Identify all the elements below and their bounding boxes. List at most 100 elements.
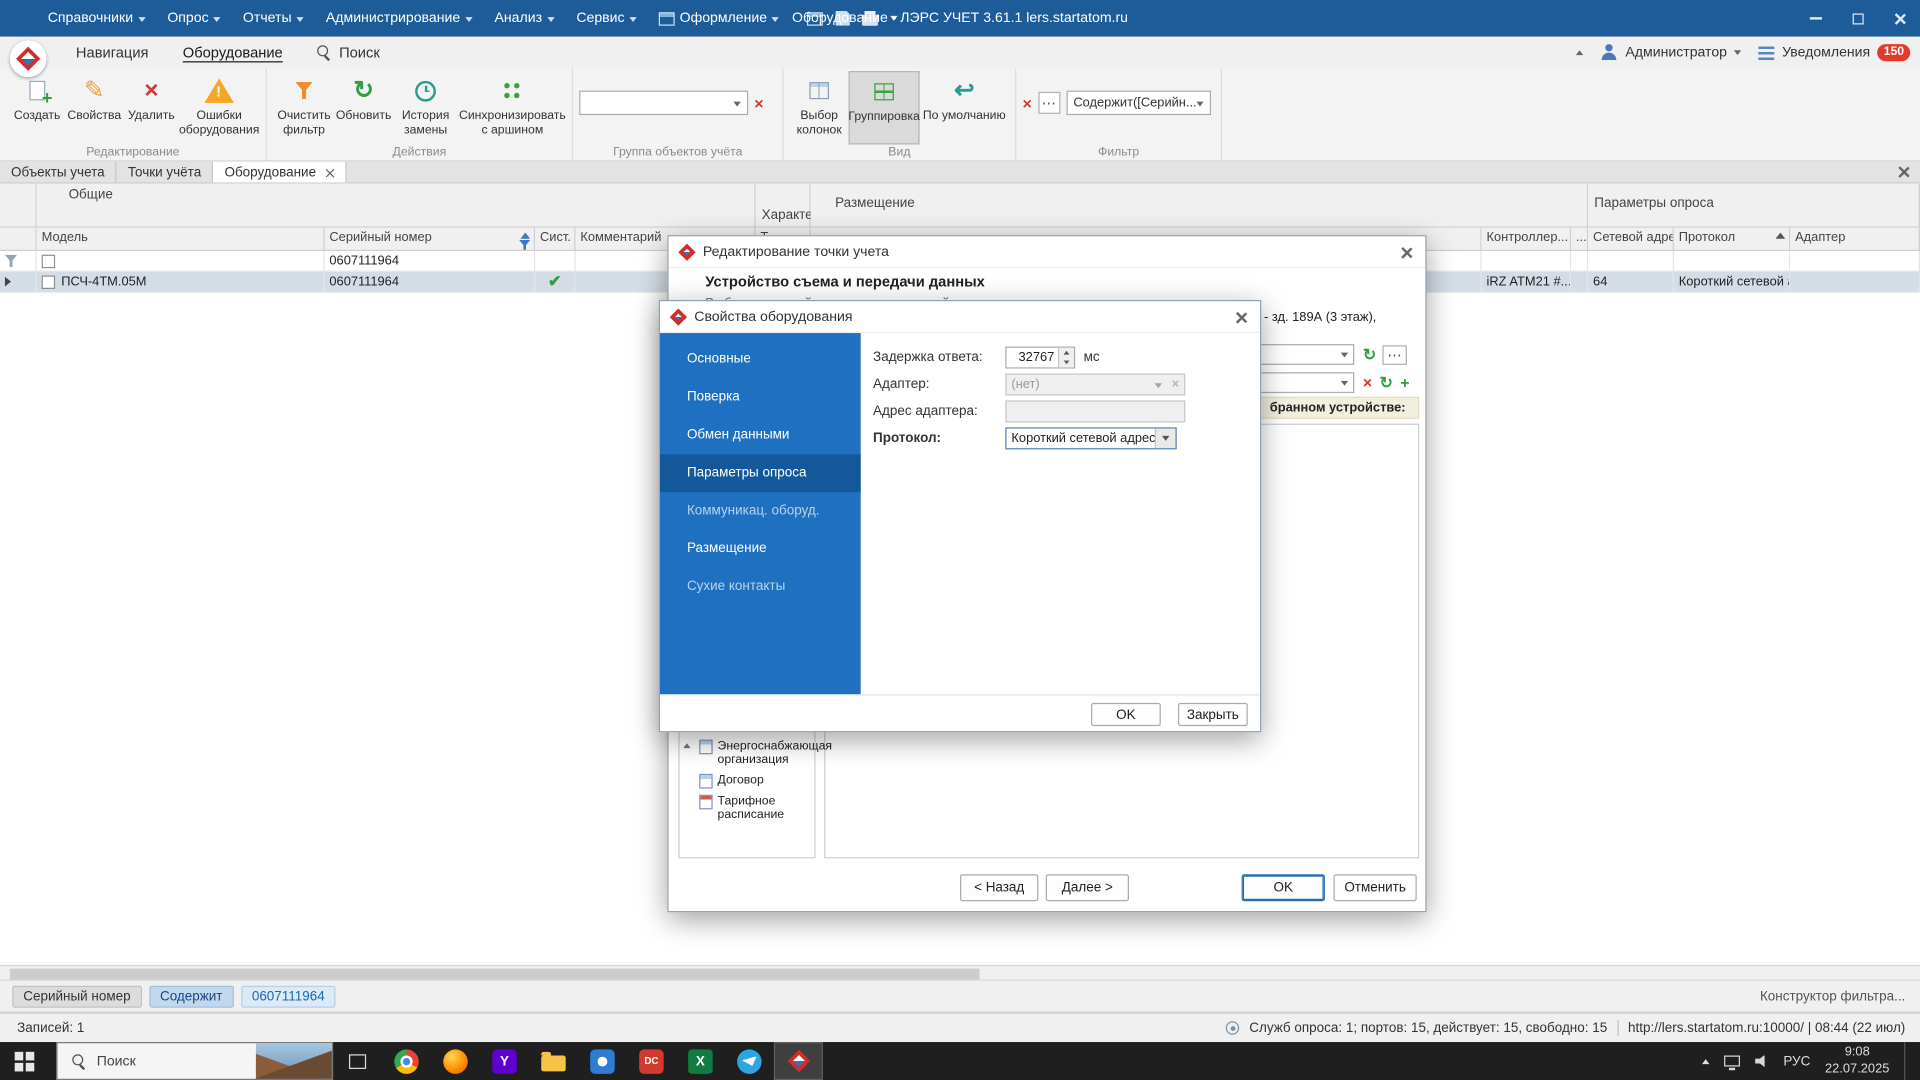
tree-item-contract[interactable]: Договор <box>681 770 813 791</box>
chrome-app[interactable] <box>382 1042 431 1080</box>
row-checkbox[interactable] <box>42 254 55 267</box>
filter-value-chip[interactable]: 0607111964 <box>241 985 336 1007</box>
remove-filter-icon[interactable]: × <box>1022 95 1031 111</box>
close-tab-icon[interactable] <box>325 167 335 177</box>
telegram-app[interactable] <box>725 1042 774 1080</box>
more-options-icon[interactable] <box>1382 345 1406 365</box>
column-header-dots[interactable]: ... <box>1571 228 1588 251</box>
user-menu[interactable]: Администратор <box>1601 44 1742 61</box>
delete-button[interactable]: ×Удалить <box>124 71 179 144</box>
column-header-adapter[interactable]: Адаптер <box>1790 228 1920 251</box>
band-polling-params[interactable]: Параметры опроса <box>1588 184 1920 228</box>
tab-search[interactable]: Поиск <box>300 37 397 69</box>
filter-builder-link[interactable]: Конструктор фильтра... <box>1760 989 1905 1004</box>
horizontal-scrollbar[interactable] <box>0 965 1920 981</box>
menu-analysis[interactable]: Анализ <box>483 0 565 37</box>
maximize-button[interactable] <box>1837 0 1879 37</box>
column-header-controller[interactable]: Контроллер... <box>1482 228 1571 251</box>
close-dialog-icon[interactable] <box>1234 311 1247 324</box>
refresh-icon[interactable] <box>1363 345 1376 365</box>
column-chooser-button[interactable]: Выбор колонок <box>790 71 849 144</box>
sidebar-item-polling-params[interactable]: Параметры опроса <box>660 454 861 492</box>
sort-filter-icon[interactable] <box>519 233 530 251</box>
ok-button[interactable]: OK <box>1242 874 1325 901</box>
sidebar-item-communication[interactable]: Коммуникац. оборуд. <box>660 492 861 530</box>
filter-operator-chip[interactable]: Содержит <box>149 985 234 1007</box>
yahoo-app[interactable]: Y <box>480 1042 529 1080</box>
clear-filter-button[interactable]: Очистить фильтр <box>273 71 335 144</box>
show-desktop-button[interactable] <box>1904 1042 1910 1080</box>
network-icon[interactable] <box>1725 1056 1741 1067</box>
firefox-app[interactable] <box>431 1042 480 1080</box>
excel-app[interactable]: X <box>676 1042 725 1080</box>
sidebar-item-dry-contacts[interactable]: Сухие контакты <box>660 568 861 606</box>
search-highlight-image[interactable] <box>256 1043 332 1079</box>
sidebar-item-placement[interactable]: Размещение <box>660 530 861 568</box>
task-view-button[interactable] <box>333 1042 382 1080</box>
menu-service[interactable]: Сервис <box>565 0 648 37</box>
replacement-history-button[interactable]: История замены <box>392 71 459 144</box>
column-header-serial[interactable]: Серийный номер <box>324 228 535 251</box>
equipment-errors-button[interactable]: Ошибки оборудования <box>179 71 260 144</box>
sidebar-item-data-exchange[interactable]: Обмен данными <box>660 416 861 454</box>
filter-combo[interactable]: Содержит([Серийн... <box>1066 91 1210 115</box>
menu-polling[interactable]: Опрос <box>156 0 232 37</box>
column-header-system[interactable]: Сист. <box>535 228 575 251</box>
close-button[interactable]: Закрыть <box>1178 703 1248 726</box>
refresh-button[interactable]: Обновить <box>335 71 392 144</box>
column-header-model[interactable]: Модель <box>37 228 325 251</box>
tab-equipment[interactable]: Оборудование <box>166 37 300 69</box>
ok-button[interactable]: OK <box>1091 703 1161 726</box>
lers-app[interactable] <box>774 1042 823 1080</box>
spinner-buttons[interactable] <box>1058 348 1074 368</box>
object-group-combo[interactable] <box>579 91 748 115</box>
tab-navigation[interactable]: Навигация <box>59 37 166 69</box>
close-button[interactable] <box>1878 0 1920 37</box>
remove-icon[interactable]: × <box>1363 375 1372 391</box>
clock[interactable]: 9:08 22.07.2025 <box>1825 1045 1889 1077</box>
minimize-button[interactable] <box>1795 0 1837 37</box>
combo-dropdown-button[interactable] <box>1155 429 1176 449</box>
menu-reports[interactable]: Отчеты <box>232 0 315 37</box>
refresh-icon[interactable] <box>1380 373 1393 393</box>
default-view-button[interactable]: По умолчанию <box>920 71 1009 144</box>
doc-tab-objects[interactable]: Объекты учета <box>0 162 117 183</box>
doc-tab-equipment[interactable]: Оборудование <box>213 162 346 183</box>
blue-app[interactable] <box>578 1042 627 1080</box>
dc-app[interactable]: DC <box>627 1042 676 1080</box>
collapse-node-icon[interactable] <box>683 743 690 748</box>
doc-tab-points[interactable]: Точки учёта <box>117 162 214 183</box>
create-button[interactable]: Создать <box>10 71 65 144</box>
collapse-ribbon-icon[interactable] <box>1576 50 1583 55</box>
language-indicator[interactable]: РУС <box>1783 1054 1810 1069</box>
menu-appearance[interactable]: Оформление <box>648 0 791 37</box>
band-placement[interactable]: Размещение <box>811 184 1589 228</box>
tab-strip-close-icon[interactable] <box>1897 165 1910 178</box>
start-button[interactable] <box>0 1042 56 1080</box>
sync-arshin-button[interactable]: Синхронизировать с аршином <box>459 71 566 144</box>
sidebar-item-general[interactable]: Основные <box>660 340 861 378</box>
grouping-button[interactable]: Группировка <box>849 71 920 144</box>
protocol-combo[interactable]: Короткий сетевой адрес <box>1005 427 1176 449</box>
row-checkbox[interactable] <box>42 275 55 288</box>
close-dialog-icon[interactable] <box>1400 246 1413 259</box>
menu-directories[interactable]: Справочники <box>37 0 157 37</box>
taskbar-search[interactable]: Поиск <box>56 1042 333 1080</box>
tree-item-tariff-schedule[interactable]: Тарифное расписание <box>681 791 813 825</box>
filter-more-icon[interactable] <box>1038 92 1060 114</box>
explorer-app[interactable] <box>529 1042 578 1080</box>
column-header-net-address[interactable]: Сетевой адрес <box>1588 228 1674 251</box>
next-button[interactable]: Далее > <box>1046 874 1129 901</box>
add-icon[interactable]: + <box>1400 375 1409 391</box>
properties-button[interactable]: Свойства <box>65 71 124 144</box>
sidebar-item-verification[interactable]: Поверка <box>660 378 861 416</box>
column-header-protocol[interactable]: Протокол <box>1674 228 1790 251</box>
clear-object-group-icon[interactable]: × <box>754 95 763 111</box>
menu-administration[interactable]: Администрирование <box>315 0 484 37</box>
back-button[interactable]: < Назад <box>960 874 1038 901</box>
volume-icon[interactable] <box>1755 1055 1768 1067</box>
band-general[interactable]: Общие <box>37 184 756 228</box>
notifications-button[interactable]: Уведомления 150 <box>1759 44 1910 61</box>
filter-field-chip[interactable]: Серийный номер <box>12 985 141 1007</box>
cancel-button[interactable]: Отменить <box>1333 874 1416 901</box>
